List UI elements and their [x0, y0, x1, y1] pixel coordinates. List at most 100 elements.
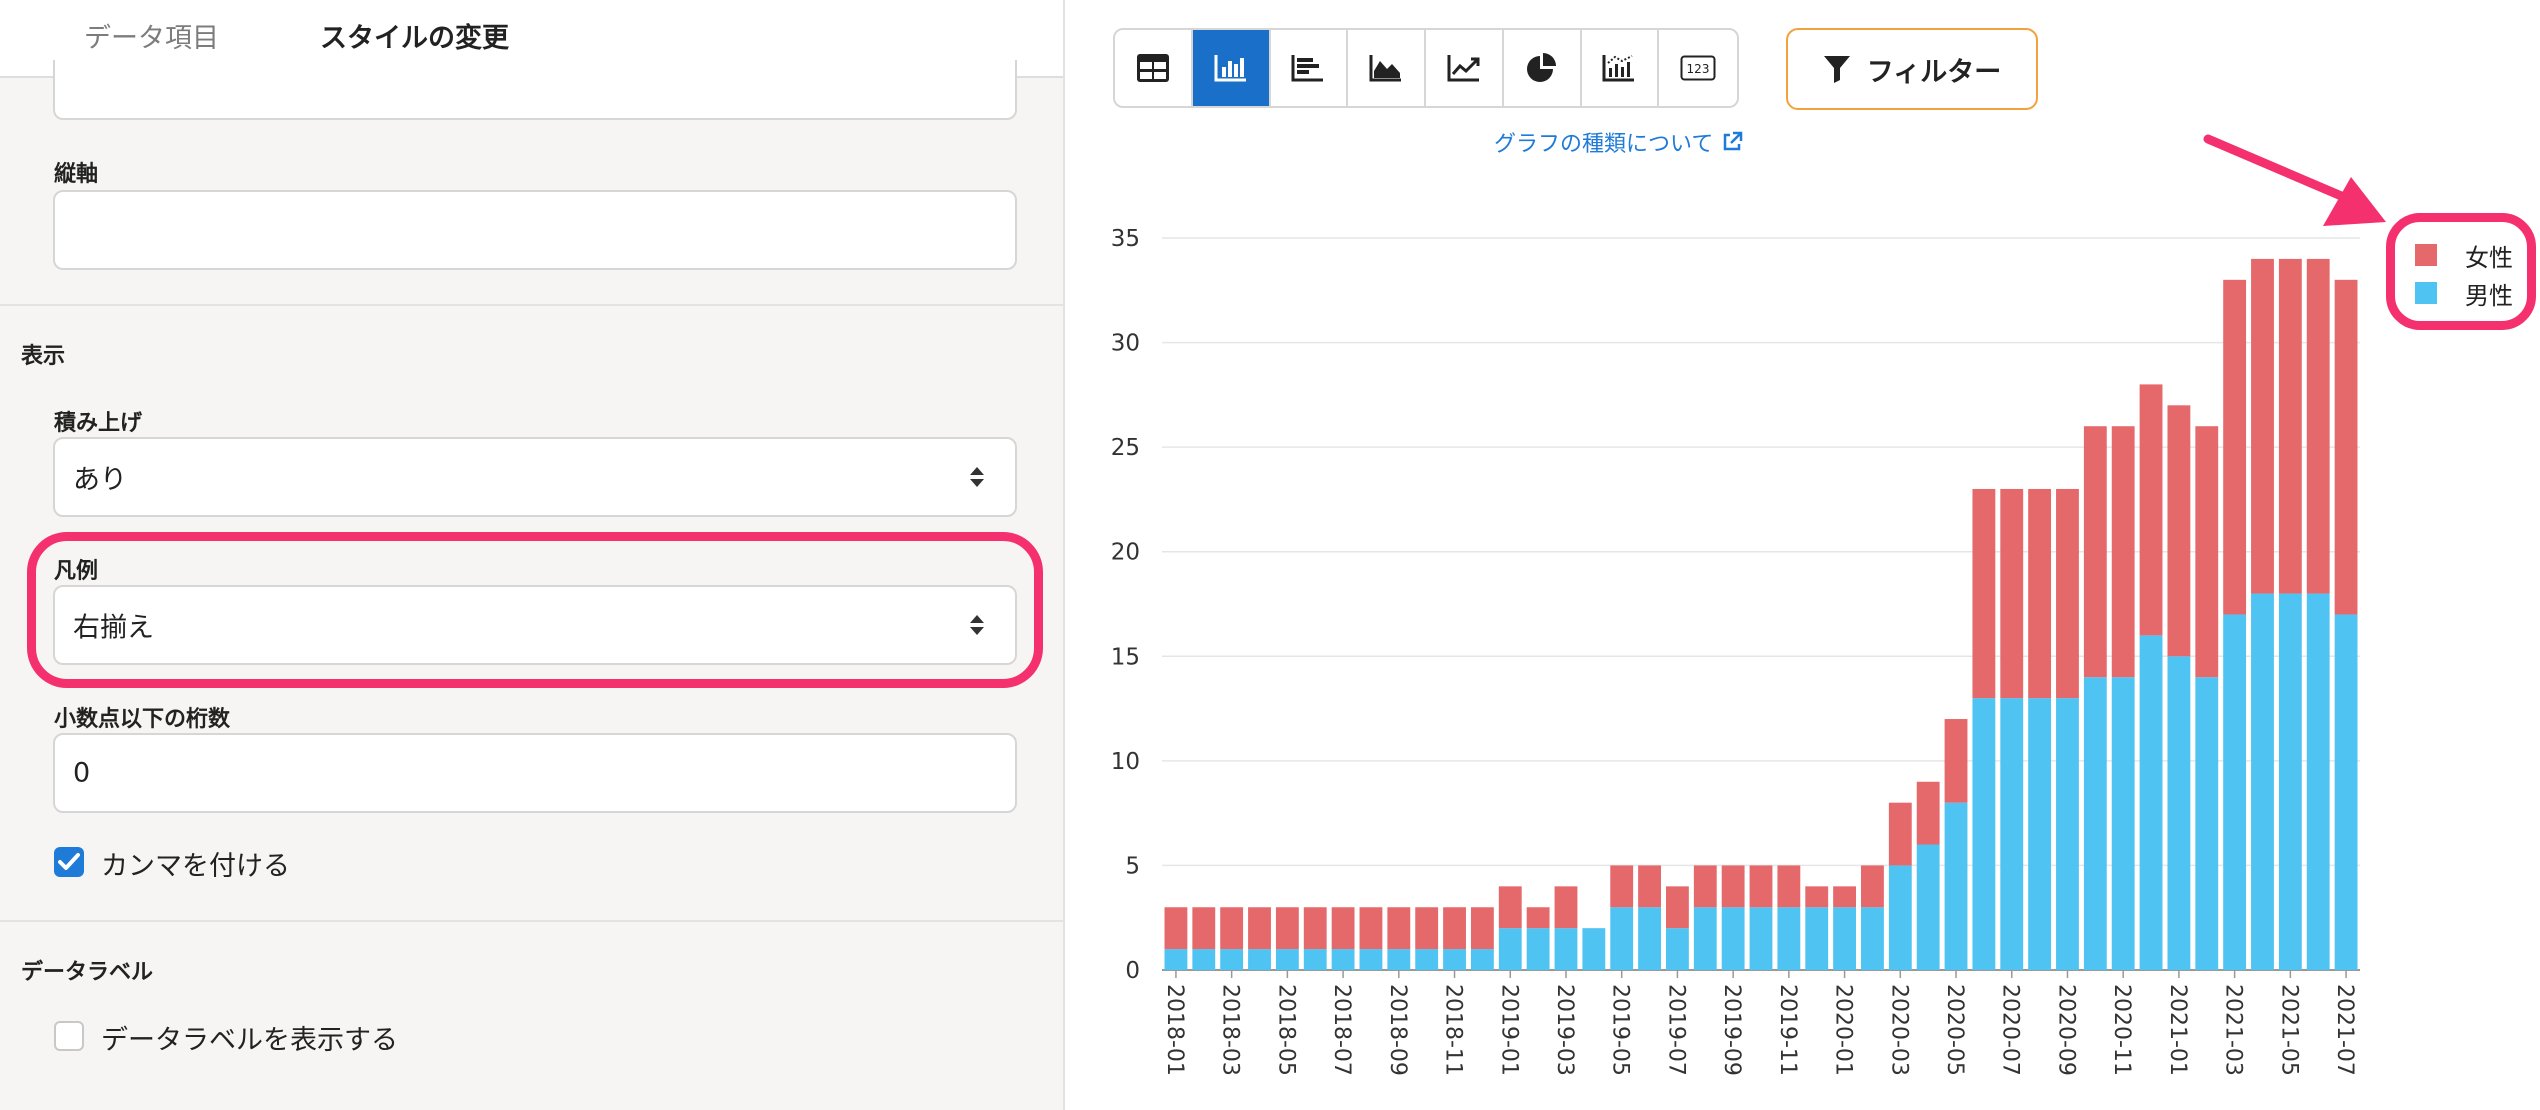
y-axis-ticks: 0 5 10 15 20 25 30 35	[1111, 226, 1140, 984]
bar-segment-male	[1833, 907, 1857, 970]
bar-segment-male	[1248, 949, 1271, 970]
legend-setting-highlight	[27, 532, 1043, 688]
bar-segment-male	[1498, 928, 1522, 970]
legend-item-female[interactable]: 女性	[2415, 236, 2513, 274]
bar-segment-male	[1805, 907, 1829, 970]
legend-text-female: 女性	[2465, 243, 2513, 272]
y-tick-label: 25	[1111, 435, 1140, 461]
bar-chart-button[interactable]	[1192, 30, 1271, 106]
pie-chart-button[interactable]	[1504, 30, 1582, 106]
y-tick-label: 0	[1125, 958, 1140, 984]
tab-style-change[interactable]: スタイルの変更	[320, 16, 509, 55]
bar-segment-male	[1192, 949, 1216, 970]
bar-segment-male	[1303, 949, 1327, 970]
x-tick-label: 2018-03	[1218, 984, 1243, 1076]
comma-checkbox[interactable]	[54, 847, 84, 877]
bar-segment-female	[1164, 907, 1188, 950]
bar-segment-male	[1275, 949, 1299, 970]
filter-label: フィルター	[1866, 56, 2002, 88]
x-tick-label: 2019-11	[1775, 984, 1800, 1076]
bar-segment-male	[2167, 656, 2191, 970]
bar-segment-female	[2167, 405, 2191, 657]
filter-button[interactable]: フィルター	[1786, 28, 2038, 110]
bar-segment-female	[2083, 426, 2107, 678]
decimals-input[interactable]: 0	[53, 733, 1017, 813]
display-section-title: 表示	[21, 344, 66, 369]
table-icon	[1136, 54, 1169, 82]
horizontal-bar-button[interactable]	[1271, 30, 1349, 106]
bar-segment-male	[1526, 928, 1550, 970]
x-tick-label: 2019-07	[1663, 984, 1688, 1076]
bar-segment-female	[1888, 802, 1912, 866]
tab-data-items[interactable]: データ項目	[84, 16, 219, 55]
x-tick-label: 2020-03	[1886, 984, 1911, 1076]
bar-segment-male	[1164, 949, 1188, 970]
bar-segment-female	[1972, 488, 1996, 699]
data-label-text: データラベルを表示する	[101, 1025, 398, 1056]
bar-segment-female	[1833, 886, 1857, 908]
bar-segment-male	[1777, 907, 1801, 970]
table-view-button[interactable]	[1115, 30, 1193, 106]
bar-segment-male	[1721, 907, 1745, 970]
decimals-value: 0	[73, 757, 91, 789]
y-tick-label: 35	[1111, 226, 1140, 252]
legend-item-male[interactable]: 男性	[2415, 274, 2513, 312]
x-tick-label: 2018-05	[1273, 984, 1298, 1076]
bar-segment-male	[2334, 614, 2358, 970]
legend-swatch-female	[2415, 244, 2437, 266]
bar-segment-female	[1721, 865, 1745, 908]
x-tick-label: 2020-07	[1998, 984, 2023, 1076]
pie-chart-icon	[1526, 53, 1556, 82]
number-view-button[interactable]: 123	[1659, 30, 1737, 106]
svg-text:123: 123	[1687, 62, 1710, 76]
line-chart-icon	[1447, 55, 1480, 82]
bar-segment-female	[1777, 865, 1801, 908]
bar-segment-female	[1415, 907, 1439, 950]
x-tick-label: 2019-01	[1496, 984, 1521, 1076]
x-tick-label: 2020-11	[2109, 984, 2134, 1076]
y-tick-label: 10	[1111, 749, 1140, 775]
horizontal-axis-field[interactable]	[53, 60, 1017, 120]
bars	[1164, 258, 2358, 970]
data-label-checkbox[interactable]	[54, 1021, 84, 1051]
bar-segment-female	[2056, 488, 2079, 699]
combo-chart-button[interactable]	[1582, 30, 1660, 106]
bar-segment-female	[1610, 865, 1634, 908]
combo-chart-icon	[1602, 55, 1635, 82]
bar-segment-male	[2000, 698, 2024, 970]
chart-type-help-link[interactable]: グラフの種類について	[1494, 126, 1743, 158]
bar-segment-female	[1749, 865, 1773, 908]
bar-segment-male	[2056, 698, 2079, 970]
bar-segment-female	[2306, 258, 2330, 594]
select-arrows-icon	[969, 465, 985, 489]
bar-segment-male	[1944, 802, 1968, 970]
bar-segment-male	[1554, 928, 1578, 970]
y-tick-label: 30	[1111, 331, 1140, 357]
bar-segment-female	[1554, 886, 1578, 929]
x-tick-label: 2021-03	[2221, 984, 2246, 1076]
stacking-select[interactable]: あり	[53, 437, 1017, 517]
x-tick-label: 2021-07	[2332, 984, 2357, 1076]
bar-segment-male	[1861, 907, 1884, 970]
bar-segment-male	[1888, 865, 1912, 970]
bar-segment-male	[1220, 949, 1244, 970]
x-tick-label: 2019-03	[1552, 984, 1577, 1076]
bar-segment-male	[2111, 677, 2135, 970]
vertical-axis-input[interactable]	[53, 190, 1017, 270]
x-tick-label: 2018-09	[1385, 984, 1410, 1076]
bar-segment-male	[1387, 949, 1411, 970]
x-axis-ticks: 2018-01 2018-03 2018-05 2018-07 2018-09 2018-…	[1162, 970, 2357, 1076]
bar-segment-female	[1944, 719, 1968, 803]
bar-segment-female	[1638, 865, 1661, 908]
bar-segment-male	[1582, 928, 1606, 970]
x-tick-label: 2019-05	[1608, 984, 1633, 1076]
bar-segment-male	[1665, 928, 1689, 970]
bar-segment-male	[2195, 677, 2219, 970]
x-tick-label: 2020-01	[1831, 984, 1856, 1076]
bar-segment-female	[1220, 907, 1244, 950]
area-chart-button[interactable]	[1348, 30, 1426, 106]
bar-segment-male	[2083, 677, 2107, 970]
line-chart-button[interactable]	[1426, 30, 1504, 106]
x-tick-label: 2019-09	[1719, 984, 1744, 1076]
bar-segment-male	[2306, 593, 2330, 970]
